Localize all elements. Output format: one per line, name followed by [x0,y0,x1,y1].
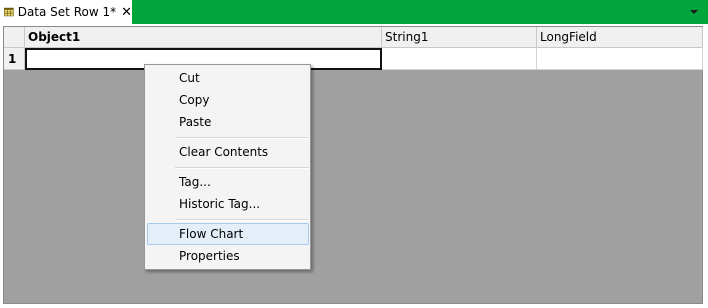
menu-separator [175,137,309,139]
table-row: 1 [4,48,704,70]
column-header-string1[interactable]: String1 [382,27,537,48]
column-header-longfield[interactable]: LongField [537,27,703,48]
menu-separator [175,167,309,169]
menu-item-copy[interactable]: Copy [147,89,309,111]
data-grid: Object1 String1 LongField 1 [3,26,703,304]
menu-item-flow-chart[interactable]: Flow Chart [147,223,309,245]
column-header-object1[interactable]: Object1 [25,27,382,48]
menu-separator [175,219,309,221]
cell-string1[interactable] [382,48,537,70]
menu-item-cut[interactable]: Cut [147,67,309,89]
menu-item-clear-contents[interactable]: Clear Contents [147,141,309,163]
cell-longfield[interactable] [537,48,703,70]
menu-item-properties[interactable]: Properties [147,245,309,267]
chevron-down-icon[interactable] [690,10,698,14]
select-all-corner[interactable] [4,27,25,48]
tab-title: Data Set Row 1* [17,5,117,19]
close-icon[interactable]: ✕ [121,6,132,19]
menu-item-paste[interactable]: Paste [147,111,309,133]
column-header-row: Object1 String1 LongField [4,27,704,48]
context-menu: Cut Copy Paste Clear Contents Tag... His… [144,64,311,270]
table-icon [4,7,14,17]
row-header[interactable]: 1 [4,48,25,70]
menu-item-historic-tag[interactable]: Historic Tag... [147,193,309,215]
tab-strip: Data Set Row 1* ✕ [0,0,708,24]
tab-data-set-row[interactable]: Data Set Row 1* ✕ [0,0,132,24]
menu-item-tag[interactable]: Tag... [147,171,309,193]
